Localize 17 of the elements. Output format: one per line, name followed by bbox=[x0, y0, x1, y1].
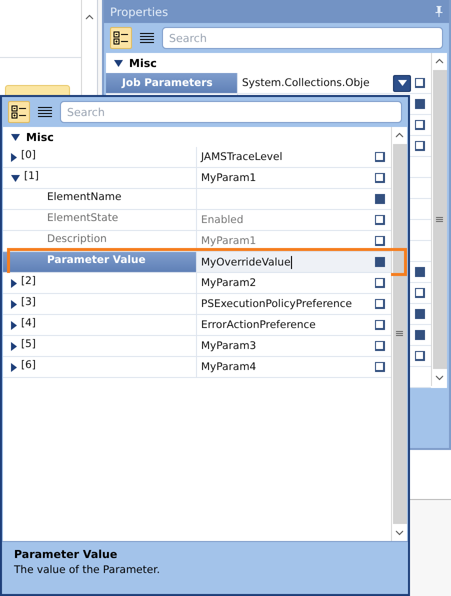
panel-title: Properties bbox=[110, 4, 168, 18]
category-label: Misc bbox=[26, 130, 54, 144]
description-title: Parameter Value bbox=[14, 548, 118, 561]
property-value[interactable]: MyParam2 bbox=[201, 277, 256, 289]
search-field[interactable]: Search bbox=[60, 101, 402, 123]
property-value[interactable]: MyParam4 bbox=[201, 361, 256, 373]
property-value[interactable]: MyParam1 bbox=[201, 172, 256, 184]
property-value[interactable]: PSExecutionPolicyPreference bbox=[201, 298, 352, 310]
property-value[interactable]: System.Collections.Obje bbox=[242, 77, 370, 89]
property-value[interactable]: JAMSTraceLevel bbox=[201, 151, 282, 163]
property-value[interactable]: MyParam1 bbox=[201, 235, 256, 247]
description-text: The value of the Parameter. bbox=[14, 564, 161, 576]
property-value[interactable]: Enabled bbox=[201, 214, 244, 226]
property-value[interactable]: ErrorActionPreference bbox=[201, 319, 316, 331]
property-value[interactable]: MyParam3 bbox=[201, 340, 256, 352]
search-field[interactable]: Search bbox=[162, 27, 443, 49]
category-label: Misc bbox=[129, 56, 157, 70]
